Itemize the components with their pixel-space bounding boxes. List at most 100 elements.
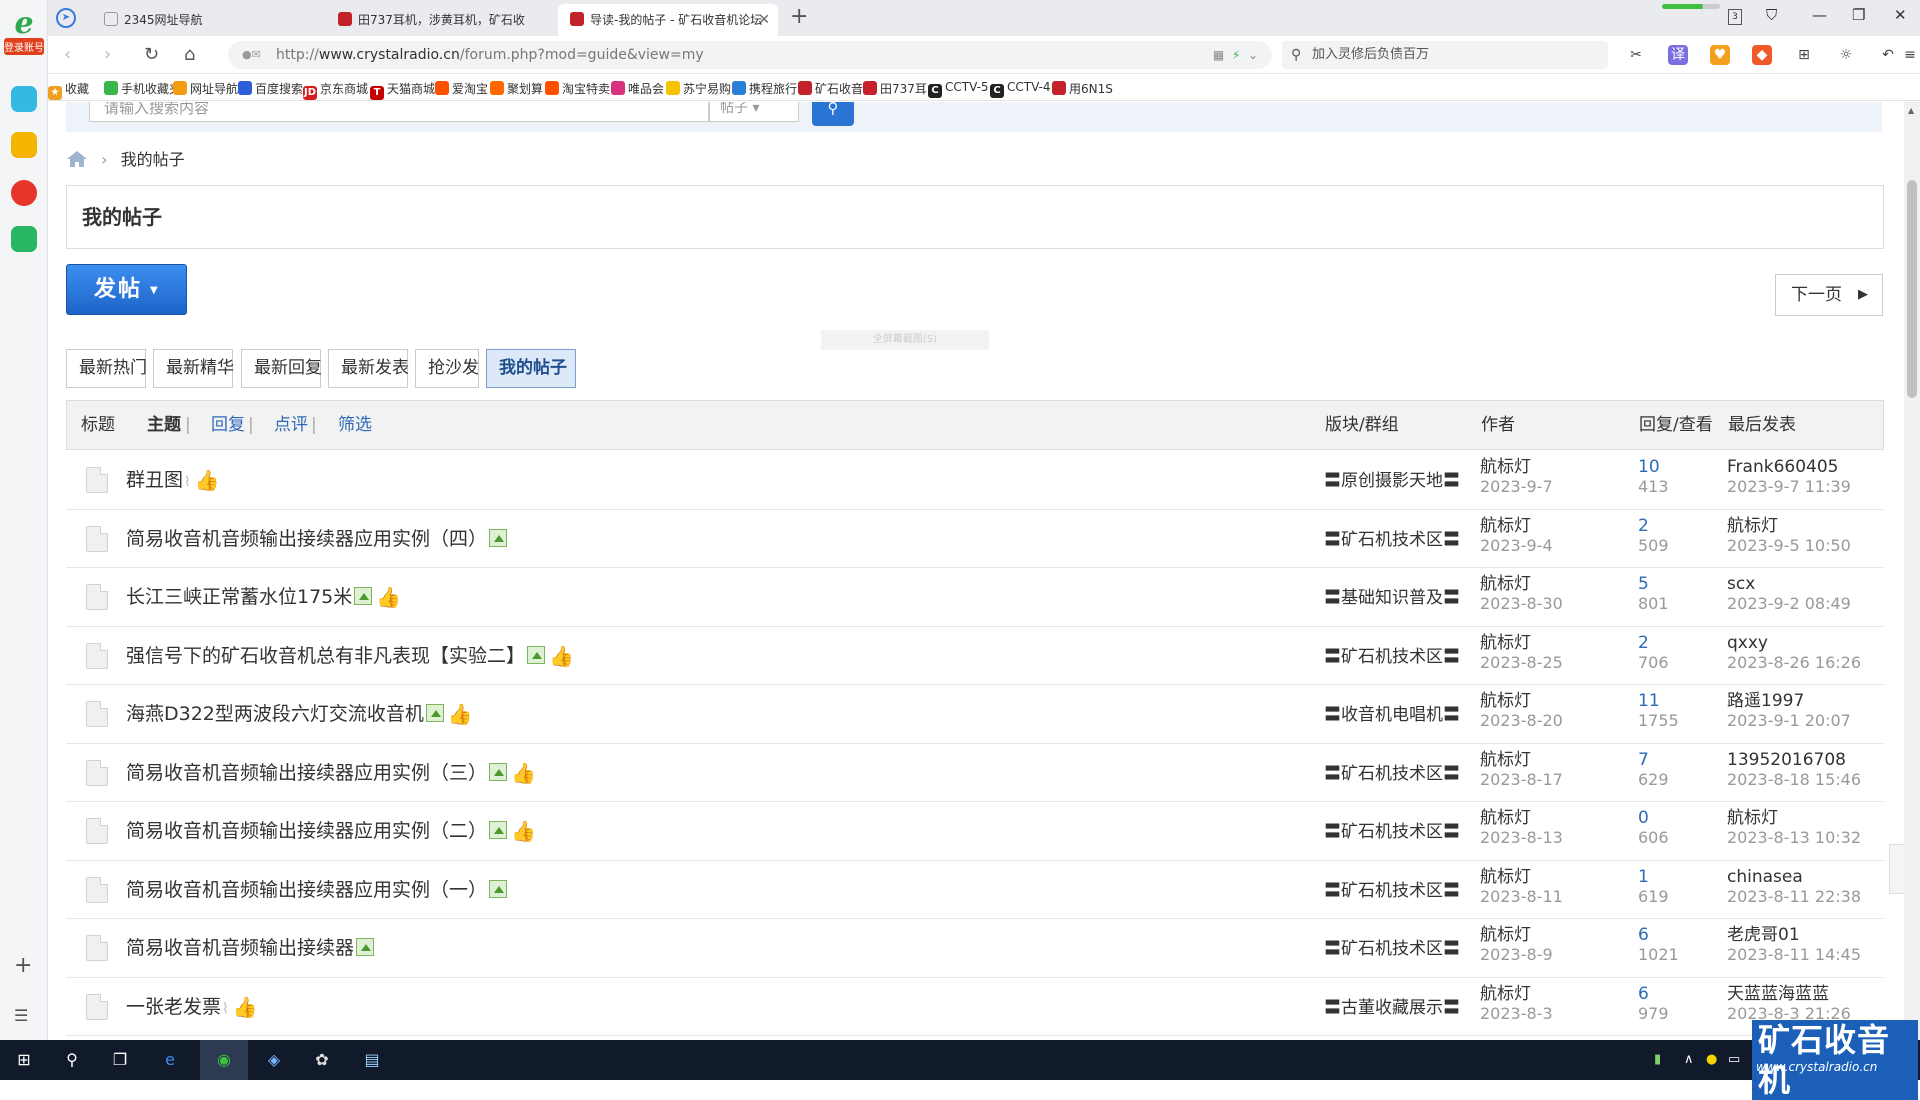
- filter-tab[interactable]: 最新热门: [66, 349, 147, 388]
- favorites-star-icon[interactable]: [11, 132, 37, 158]
- tray-expand-icon[interactable]: ∧: [1684, 1052, 1694, 1067]
- last-post-time-link[interactable]: 2023-9-1 20:07: [1727, 711, 1851, 731]
- browser-search-box[interactable]: ⚲ 加入灵修后负债百万: [1282, 41, 1608, 69]
- bookmark-item[interactable]: ★ 收藏: [48, 80, 89, 100]
- last-post-time-link[interactable]: 2023-9-2 08:49: [1727, 594, 1851, 614]
- thread-forum-link[interactable]: 〓矿石机技术区〓: [1324, 759, 1460, 784]
- cut-icon[interactable]: ✂: [1626, 45, 1646, 65]
- battery-icon[interactable]: ▮: [1654, 1052, 1661, 1067]
- app-icon[interactable]: ◈: [262, 1048, 286, 1072]
- header-tab-topics[interactable]: 主题: [147, 401, 181, 449]
- bookmark-item[interactable]: 唯品会: [611, 80, 664, 97]
- bookmark-item[interactable]: 苏宁易购: [666, 80, 731, 97]
- post-button[interactable]: 发帖 ▼: [66, 264, 187, 315]
- bookmark-item[interactable]: 田737耳: [863, 80, 927, 97]
- thread-replies-link[interactable]: 0: [1638, 808, 1669, 828]
- thread-replies-link[interactable]: 2: [1638, 516, 1669, 536]
- search-scope-select[interactable]: 帖子 ▾: [709, 102, 799, 122]
- menu-icon[interactable]: ≡: [1900, 45, 1920, 65]
- last-poster-link[interactable]: qxxy: [1727, 633, 1861, 653]
- filter-tab[interactable]: 我的帖子: [486, 349, 576, 388]
- browser-logo[interactable]: e 登录账号: [4, 8, 44, 58]
- sidebar-menu-icon[interactable]: ☰: [14, 1006, 28, 1025]
- thread-doc-icon[interactable]: [86, 818, 108, 844]
- navigation-icon[interactable]: ➤: [56, 8, 76, 28]
- thread-doc-icon[interactable]: [86, 525, 108, 552]
- thread-title-link[interactable]: 一张老发票: [126, 996, 221, 1018]
- brightness-icon[interactable]: ☼: [1836, 45, 1856, 65]
- reload-icon[interactable]: ↻: [144, 44, 159, 65]
- thread-forum-link[interactable]: 〓原创摄影天地〓: [1324, 466, 1460, 491]
- thread-replies-link[interactable]: 1: [1638, 867, 1669, 887]
- browser-taskbar-icon[interactable]: ◉: [200, 1040, 248, 1080]
- last-poster-link[interactable]: 航标灯: [1727, 516, 1851, 536]
- thread-title-link[interactable]: 简易收音机音频输出接续器: [126, 937, 354, 959]
- header-tab-comments[interactable]: 点评: [274, 401, 308, 449]
- filter-tab[interactable]: 最新精华: [153, 349, 234, 388]
- close-window-icon[interactable]: ✕: [1894, 6, 1907, 24]
- bookmark-item[interactable]: 矿石收音: [798, 80, 863, 97]
- page-scrollbar[interactable]: ▲: [1904, 102, 1920, 1040]
- back-to-top-button[interactable]: ⏶: [1889, 844, 1904, 894]
- last-post-time-link[interactable]: 2023-8-13 10:32: [1727, 828, 1861, 848]
- filter-tab[interactable]: 最新发表: [328, 349, 409, 388]
- last-poster-link[interactable]: 天蓝蓝海蓝蓝: [1727, 984, 1851, 1004]
- shield-icon[interactable]: ♥: [1710, 45, 1730, 65]
- scrollbar-thumb[interactable]: [1907, 180, 1917, 398]
- bookmark-item[interactable]: 手机收藏夹: [104, 80, 181, 97]
- thread-forum-link[interactable]: 〓收音机电唱机〓: [1324, 700, 1460, 725]
- thread-title-link[interactable]: 海燕D322型两波段六灯交流收音机: [126, 703, 424, 725]
- windows-start-icon[interactable]: ⊞: [12, 1048, 36, 1072]
- thread-doc-icon[interactable]: [86, 467, 108, 493]
- weibo-icon[interactable]: [11, 180, 37, 206]
- login-button[interactable]: 登录账号: [4, 38, 44, 55]
- notepad-icon[interactable]: ▤: [360, 1048, 384, 1072]
- address-actions-icon[interactable]: ▦ ⚡ ⌄: [1213, 41, 1258, 69]
- thread-replies-link[interactable]: 2: [1638, 633, 1669, 653]
- mail-icon[interactable]: [11, 226, 37, 252]
- last-post-time-link[interactable]: 2023-8-11 14:45: [1727, 945, 1861, 965]
- bookmark-item[interactable]: C CCTV-4: [990, 80, 1051, 98]
- add-sidebar-icon[interactable]: +: [14, 953, 32, 978]
- forward-icon[interactable]: ›: [104, 44, 111, 65]
- thread-forum-link[interactable]: 〓矿石机技术区〓: [1324, 642, 1460, 667]
- thread-title-link[interactable]: 群丑图: [126, 469, 183, 491]
- thread-author-link[interactable]: 航标灯: [1480, 574, 1563, 594]
- thread-replies-link[interactable]: 7: [1638, 750, 1669, 770]
- thread-doc-icon[interactable]: [86, 759, 108, 786]
- last-post-time-link[interactable]: 2023-9-7 11:39: [1727, 477, 1851, 497]
- thread-author-link[interactable]: 航标灯: [1480, 633, 1563, 653]
- thread-replies-link[interactable]: 11: [1638, 691, 1679, 711]
- last-poster-link[interactable]: Frank660405: [1727, 457, 1851, 477]
- tray-app-icon[interactable]: ●: [1706, 1052, 1717, 1067]
- last-post-time-link[interactable]: 2023-9-5 10:50: [1727, 536, 1851, 556]
- apps-grid-icon[interactable]: ⊞: [1794, 45, 1814, 65]
- address-bar[interactable]: ●✉ http://www.crystalradio.cn/forum.php?…: [228, 41, 1272, 69]
- thread-title-link[interactable]: 简易收音机音频输出接续器应用实例（三）: [126, 762, 487, 784]
- thread-author-link[interactable]: 航标灯: [1480, 808, 1563, 828]
- thread-doc-icon[interactable]: [86, 876, 108, 903]
- thread-forum-link[interactable]: 〓矿石机技术区〓: [1324, 817, 1460, 842]
- bookmark-item[interactable]: 聚划算: [490, 80, 543, 97]
- last-post-time-link[interactable]: 2023-8-18 15:46: [1727, 770, 1861, 790]
- bookmark-item[interactable]: C CCTV-5: [928, 80, 989, 98]
- thread-forum-link[interactable]: 〓矿石机技术区〓: [1324, 876, 1460, 901]
- thread-replies-link[interactable]: 6: [1638, 984, 1669, 1004]
- thread-replies-link[interactable]: 6: [1638, 925, 1679, 945]
- thread-doc-icon[interactable]: [86, 701, 108, 727]
- bookmark-item[interactable]: 网址导航: [173, 80, 238, 97]
- undo-icon[interactable]: ↶: [1878, 45, 1898, 65]
- ie-icon[interactable]: e: [158, 1048, 182, 1072]
- tab-count-badge[interactable]: 3: [1728, 9, 1742, 25]
- bookmark-item[interactable]: T 天猫商城: [370, 80, 435, 100]
- thread-author-link[interactable]: 航标灯: [1480, 691, 1563, 711]
- task-view-icon[interactable]: ❐: [108, 1048, 132, 1072]
- next-page-button[interactable]: 下一页 ▶: [1775, 274, 1883, 316]
- thread-replies-link[interactable]: 5: [1638, 574, 1669, 594]
- app-icon[interactable]: ✿: [310, 1048, 334, 1072]
- thread-author-link[interactable]: 航标灯: [1480, 457, 1553, 477]
- back-icon[interactable]: ‹: [64, 44, 71, 65]
- bookmark-item[interactable]: 用6N1S: [1052, 80, 1113, 97]
- bookmark-item[interactable]: 淘宝特卖: [545, 80, 610, 97]
- last-poster-link[interactable]: 13952016708: [1727, 750, 1861, 770]
